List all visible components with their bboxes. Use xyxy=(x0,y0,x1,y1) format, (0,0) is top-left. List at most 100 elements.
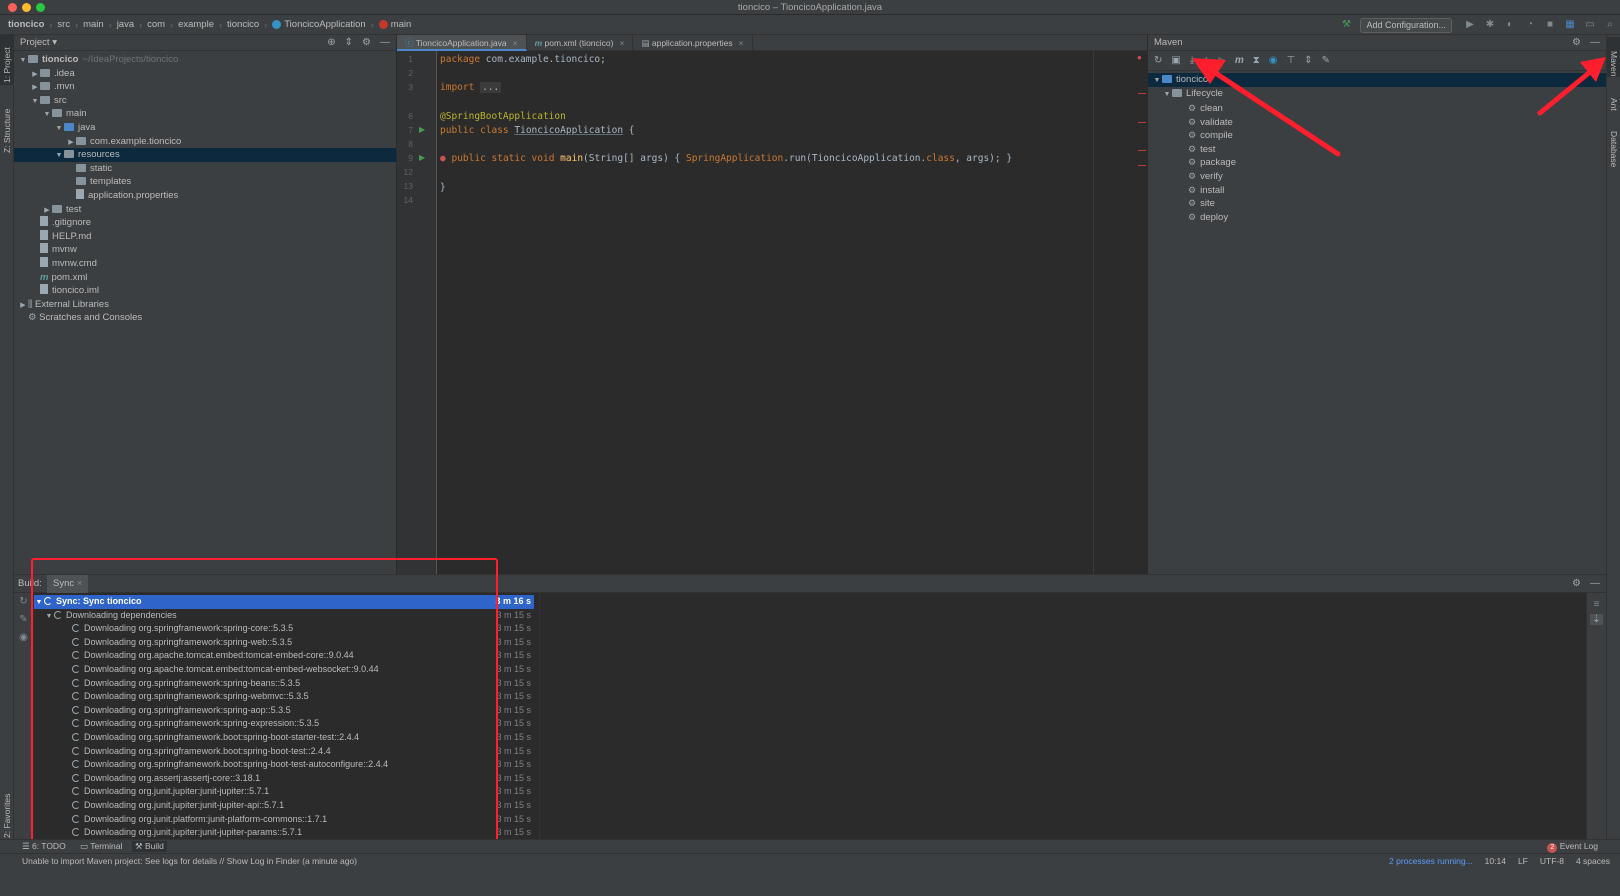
scroll-to-end-icon[interactable]: ⇣ xyxy=(1590,614,1603,625)
build-hammer-icon[interactable]: ⚒ xyxy=(1338,17,1354,33)
build-item-row[interactable]: Downloading org.assertj:assertj-core::3.… xyxy=(34,772,534,786)
build-group-row[interactable]: ▼ Downloading dependencies 3 m 15 s xyxy=(34,609,534,623)
soft-wrap-icon[interactable]: ≡ xyxy=(1587,599,1606,610)
show-dependencies-icon[interactable]: ⊤ xyxy=(1286,55,1295,66)
ant-tool-tab[interactable]: Ant xyxy=(1607,90,1620,115)
collapse-all-icon[interactable]: ⇕ xyxy=(345,37,353,49)
caret-position[interactable]: 10:14 xyxy=(1485,856,1506,866)
maven-goal-item[interactable]: ⚙ package xyxy=(1148,155,1606,169)
structure-tool-tab[interactable]: Z: Structure xyxy=(0,95,14,155)
error-bulb-icon[interactable]: ● xyxy=(440,153,446,164)
maven-goal-item[interactable]: ⚙ deploy xyxy=(1148,210,1606,224)
error-stripe-mark[interactable] xyxy=(1138,122,1146,123)
gear-icon[interactable]: ⚙ xyxy=(1572,37,1581,49)
breadcrumb-item[interactable]: java xyxy=(117,19,134,30)
folded-imports[interactable]: ... xyxy=(480,82,502,93)
event-log-tool-tab[interactable]: 2 Event Log xyxy=(1547,841,1598,853)
pin-icon[interactable]: ✎ xyxy=(14,611,33,629)
indent-setting[interactable]: 4 spaces xyxy=(1576,856,1610,866)
download-icon[interactable]: ⤓ xyxy=(1190,55,1194,66)
error-stripe-icon[interactable]: ● xyxy=(1137,53,1142,62)
maven-goal-item[interactable]: ⚙ install xyxy=(1148,183,1606,197)
add-configuration-button[interactable]: Add Configuration... xyxy=(1360,17,1452,33)
add-icon[interactable]: + xyxy=(1203,55,1209,66)
project-tree-item[interactable]: application.properties xyxy=(14,189,396,203)
skip-tests-icon[interactable]: ◉ xyxy=(1269,55,1278,66)
todo-tool-tab[interactable]: ☰ 6: TODO xyxy=(22,841,66,852)
error-stripe-mark[interactable] xyxy=(1138,93,1146,94)
error-stripe-mark[interactable] xyxy=(1138,150,1146,151)
stop-icon[interactable]: ■ xyxy=(1542,17,1558,33)
build-item-row[interactable]: Downloading org.junit.jupiter:junit-jupi… xyxy=(34,785,534,799)
build-tool-tab[interactable]: ⚒ Build xyxy=(132,841,167,852)
project-tree-item[interactable]: ▶ ⫼ External Libraries xyxy=(14,298,396,312)
project-tree-item[interactable]: ▼ src xyxy=(14,94,396,108)
maven-project-node[interactable]: ▼ tioncico xyxy=(1148,73,1606,87)
build-item-row[interactable]: Downloading org.springframework:spring-a… xyxy=(34,704,534,718)
generate-sources-icon[interactable]: ▣ xyxy=(1171,55,1180,66)
terminal-tool-tab[interactable]: ▭ Terminal xyxy=(80,841,122,852)
maven-goal-item[interactable]: ⚙ compile xyxy=(1148,128,1606,142)
build-item-row[interactable]: Downloading org.junit.jupiter:junit-jupi… xyxy=(34,799,534,813)
close-tab-icon[interactable]: × xyxy=(619,38,624,48)
run-gutter-icon[interactable]: ▶ xyxy=(419,153,425,162)
build-item-row[interactable]: Downloading org.junit.jupiter:junit-jupi… xyxy=(34,826,534,840)
close-tab-icon[interactable]: × xyxy=(513,38,518,48)
project-tree-item[interactable]: tioncico.iml xyxy=(14,284,396,298)
build-item-row[interactable]: Downloading org.springframework.boot:spr… xyxy=(34,758,534,772)
project-tree-item[interactable]: mvnw xyxy=(14,243,396,257)
build-item-row[interactable]: Downloading org.springframework.boot:spr… xyxy=(34,745,534,759)
maven-goal-item[interactable]: ⚙ verify xyxy=(1148,169,1606,183)
project-tree-item[interactable]: ▶ .idea xyxy=(14,67,396,81)
project-tree-item[interactable]: m pom.xml xyxy=(14,271,396,285)
build-item-row[interactable]: Downloading org.springframework:spring-e… xyxy=(34,717,534,731)
build-root-row[interactable]: ▼ Sync: Sync tioncico 3 m 16 s xyxy=(34,595,534,609)
breadcrumb-item[interactable]: main xyxy=(83,19,104,30)
background-processes[interactable]: 2 processes running... xyxy=(1389,856,1473,866)
gear-icon[interactable]: ⚙ xyxy=(1572,578,1581,590)
build-item-row[interactable]: Downloading org.springframework.boot:spr… xyxy=(34,731,534,745)
build-item-row[interactable]: Downloading org.junit.platform:junit-pla… xyxy=(34,813,534,827)
locate-icon[interactable]: ⊕ xyxy=(327,37,335,49)
project-tool-tab[interactable]: 1: Project xyxy=(0,35,14,85)
close-tab-icon[interactable]: × xyxy=(739,38,744,48)
execute-goal-icon[interactable]: m xyxy=(1235,55,1244,66)
editor-tab[interactable]: m pom.xml (tioncico) × xyxy=(527,35,634,51)
build-item-row[interactable]: Downloading org.springframework:spring-w… xyxy=(34,636,534,650)
project-tree-item[interactable]: mvnw.cmd xyxy=(14,257,396,271)
file-encoding[interactable]: UTF-8 xyxy=(1540,856,1564,866)
project-view-dropdown[interactable]: Project ▾ xyxy=(20,37,57,48)
run-icon[interactable]: ▶ xyxy=(1462,17,1478,33)
breadcrumb-item[interactable]: TioncicoApplication xyxy=(284,19,366,30)
status-message[interactable]: Unable to import Maven project: See logs… xyxy=(22,856,357,866)
project-tree-item[interactable]: ⚙ Scratches and Consoles xyxy=(14,311,396,325)
breadcrumb-item[interactable]: main xyxy=(391,19,412,30)
collapse-all-icon[interactable]: ⇕ xyxy=(1304,55,1312,66)
eye-icon[interactable]: ◉ xyxy=(14,629,33,647)
search-icon[interactable]: ⌕ xyxy=(1602,17,1618,33)
project-tree-item[interactable]: ▼ main xyxy=(14,107,396,121)
maven-tool-tab[interactable]: Maven xyxy=(1607,37,1620,77)
build-item-row[interactable]: Downloading org.apache.tomcat.embed:tomc… xyxy=(34,649,534,663)
build-item-row[interactable]: Downloading org.springframework:spring-b… xyxy=(34,677,534,691)
hide-icon[interactable]: — xyxy=(1590,578,1600,590)
reload-icon[interactable]: ↻ xyxy=(1154,55,1162,66)
project-tree-item[interactable]: templates xyxy=(14,175,396,189)
sync-tab[interactable]: Sync × xyxy=(47,575,89,593)
database-tool-tab[interactable]: Database xyxy=(1607,123,1620,173)
close-tab-icon[interactable]: × xyxy=(77,578,83,589)
project-tree-item[interactable]: ▶ test xyxy=(14,203,396,217)
editor-tab[interactable]: ▤ application.properties × xyxy=(633,35,753,51)
maven-goal-item[interactable]: ⚙ test xyxy=(1148,142,1606,156)
wrench-icon[interactable]: ✎ xyxy=(1322,55,1330,66)
project-tree-item[interactable]: ▶ com.example.tioncico xyxy=(14,135,396,149)
toggle-offline-icon[interactable]: ⧗ xyxy=(1253,55,1260,66)
maven-goal-item[interactable]: ⚙ validate xyxy=(1148,115,1606,129)
favorites-tool-tab[interactable]: 2: Favorites xyxy=(0,780,14,840)
project-tree-item[interactable]: .gitignore xyxy=(14,216,396,230)
project-tree-item[interactable]: ▼ resources xyxy=(14,148,396,163)
line-separator[interactable]: LF xyxy=(1518,856,1528,866)
build-item-row[interactable]: Downloading org.springframework:spring-c… xyxy=(34,622,534,636)
profile-icon[interactable]: ◔ xyxy=(1522,17,1538,33)
project-tree-item[interactable]: ▼ tioncico ~/IdeaProjects/tioncico xyxy=(14,53,396,67)
